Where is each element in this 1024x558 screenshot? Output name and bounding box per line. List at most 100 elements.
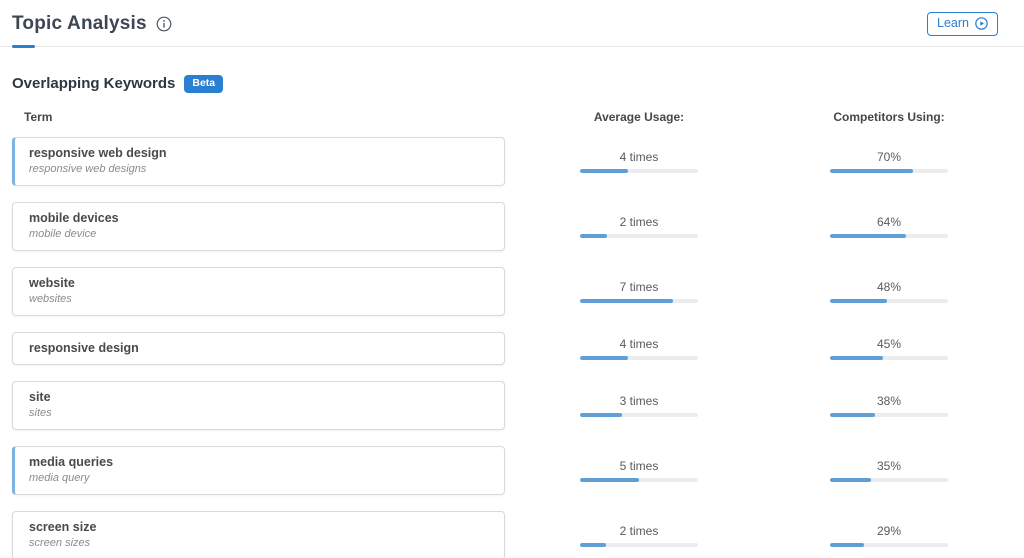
keyword-row: site sites 3 times 38%: [0, 381, 1024, 430]
usage-bar-fill: [580, 234, 607, 238]
term-card[interactable]: responsive design: [12, 332, 505, 365]
competitors-cell: 70%: [830, 150, 948, 173]
term-variant: websites: [29, 292, 488, 307]
keyword-rows: responsive web design responsive web des…: [0, 137, 1024, 558]
term-cell: screen size screen sizes: [12, 511, 505, 558]
keyword-row: responsive web design responsive web des…: [0, 137, 1024, 186]
competitors-value: 70%: [877, 150, 901, 165]
competitors-cell: 48%: [830, 280, 948, 303]
usage-value: 3 times: [620, 394, 659, 409]
competitors-cell: 64%: [830, 215, 948, 238]
competitors-value: 38%: [877, 394, 901, 409]
term-cell: website websites: [12, 267, 505, 316]
competitors-bar: [830, 478, 948, 482]
term-variant: screen sizes: [29, 536, 488, 551]
learn-button-label: Learn: [937, 16, 969, 31]
competitors-value: 35%: [877, 459, 901, 474]
usage-value: 5 times: [620, 459, 659, 474]
usage-bar: [580, 543, 698, 547]
competitors-cell: 35%: [830, 459, 948, 482]
usage-cell: 5 times: [580, 459, 698, 482]
usage-bar-fill: [580, 169, 628, 173]
usage-bar-fill: [580, 543, 606, 547]
term-variant: responsive web designs: [29, 162, 488, 177]
usage-bar: [580, 356, 698, 360]
term-card[interactable]: screen size screen sizes: [12, 511, 505, 558]
term-title: responsive web design: [29, 145, 488, 161]
competitors-bar: [830, 413, 948, 417]
competitors-bar-fill: [830, 299, 887, 303]
term-title: screen size: [29, 519, 488, 535]
term-title: responsive design: [29, 340, 488, 356]
usage-value: 4 times: [620, 150, 659, 165]
usage-bar: [580, 169, 698, 173]
keyword-row: website websites 7 times 48%: [0, 267, 1024, 316]
active-tab-indicator: [12, 45, 35, 48]
term-card[interactable]: mobile devices mobile device: [12, 202, 505, 251]
competitors-cell: 29%: [830, 524, 948, 547]
competitors-value: 64%: [877, 215, 901, 230]
competitors-bar-fill: [830, 356, 883, 360]
usage-value: 4 times: [620, 337, 659, 352]
usage-bar-fill: [580, 413, 622, 417]
column-header-usage: Average Usage:: [580, 110, 698, 124]
term-title: media queries: [29, 454, 488, 470]
play-circle-icon: [975, 17, 988, 30]
competitors-value: 48%: [877, 280, 901, 295]
term-card[interactable]: media queries media query: [12, 446, 505, 495]
usage-bar-fill: [580, 299, 673, 303]
term-card[interactable]: website websites: [12, 267, 505, 316]
term-cell: responsive web design responsive web des…: [12, 137, 505, 186]
competitors-bar: [830, 169, 948, 173]
keyword-row: responsive design 4 times 45%: [0, 332, 1024, 365]
beta-badge: Beta: [184, 75, 223, 93]
competitors-bar-fill: [830, 478, 871, 482]
competitors-cell: 38%: [830, 394, 948, 417]
usage-cell: 2 times: [580, 524, 698, 547]
keyword-row: screen size screen sizes 2 times 29%: [0, 511, 1024, 558]
term-card[interactable]: responsive web design responsive web des…: [12, 137, 505, 186]
term-variant: media query: [29, 471, 488, 486]
usage-bar: [580, 234, 698, 238]
usage-bar: [580, 478, 698, 482]
term-title: website: [29, 275, 488, 291]
term-title: site: [29, 389, 488, 405]
term-variant: mobile device: [29, 227, 488, 242]
competitors-bar-fill: [830, 234, 906, 238]
usage-value: 7 times: [620, 280, 659, 295]
keyword-row: media queries media query 5 times 35%: [0, 446, 1024, 495]
competitors-bar: [830, 299, 948, 303]
competitors-value: 45%: [877, 337, 901, 352]
usage-cell: 4 times: [580, 337, 698, 360]
term-cell: responsive design: [12, 332, 505, 365]
usage-bar: [580, 413, 698, 417]
usage-cell: 7 times: [580, 280, 698, 303]
term-card[interactable]: site sites: [12, 381, 505, 430]
competitors-bar-fill: [830, 543, 864, 547]
page-title: Topic Analysis: [12, 12, 147, 36]
usage-cell: 4 times: [580, 150, 698, 173]
keyword-row: mobile devices mobile device 2 times 64%: [0, 202, 1024, 251]
usage-value: 2 times: [620, 215, 659, 230]
competitors-value: 29%: [877, 524, 901, 539]
section-header: Overlapping Keywords Beta: [12, 74, 1024, 93]
usage-bar-fill: [580, 478, 639, 482]
usage-bar-fill: [580, 356, 628, 360]
term-variant: sites: [29, 406, 488, 421]
section-title: Overlapping Keywords: [12, 74, 175, 93]
learn-button[interactable]: Learn: [927, 12, 998, 36]
usage-bar: [580, 299, 698, 303]
table-header: Term Average Usage: Competitors Using:: [0, 110, 1024, 124]
term-cell: media queries media query: [12, 446, 505, 495]
term-title: mobile devices: [29, 210, 488, 226]
header-divider: [0, 46, 1024, 47]
competitors-bar-fill: [830, 413, 875, 417]
competitors-bar: [830, 543, 948, 547]
info-icon[interactable]: [156, 16, 172, 32]
competitors-bar: [830, 234, 948, 238]
column-header-competitors: Competitors Using:: [830, 110, 948, 124]
usage-cell: 3 times: [580, 394, 698, 417]
competitors-bar: [830, 356, 948, 360]
usage-value: 2 times: [620, 524, 659, 539]
term-cell: mobile devices mobile device: [12, 202, 505, 251]
